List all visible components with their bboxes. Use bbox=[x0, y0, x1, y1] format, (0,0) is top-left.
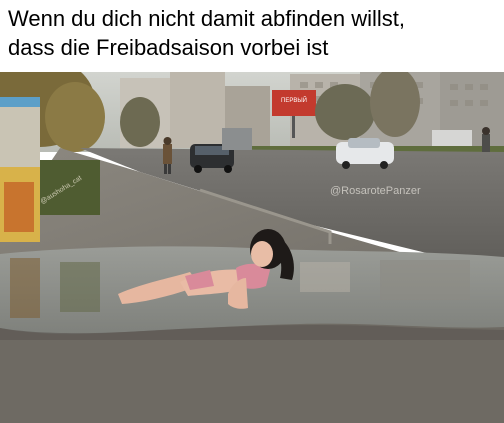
meme-caption: Wenn du dich nicht damit abfinden willst… bbox=[8, 4, 498, 68]
kiosk bbox=[0, 97, 40, 242]
caption-line-2: dass die Freibadsaison vorbei ist bbox=[8, 35, 329, 60]
street-puddle-photo: ПЕРВЫЙ @RosarotePanzer @aushoha_cat bbox=[0, 72, 504, 423]
caption-line-1: Wenn du dich nicht damit abfinden willst… bbox=[8, 6, 406, 31]
photo-illustration: ПЕРВЫЙ @RosarotePanzer @aushoha_cat bbox=[0, 72, 504, 423]
meme-image: Wenn du dich nicht damit abfinden willst… bbox=[0, 0, 504, 423]
watermark-right: @RosarotePanzer bbox=[330, 185, 421, 197]
billboard-text: ПЕРВЫЙ bbox=[281, 96, 307, 104]
